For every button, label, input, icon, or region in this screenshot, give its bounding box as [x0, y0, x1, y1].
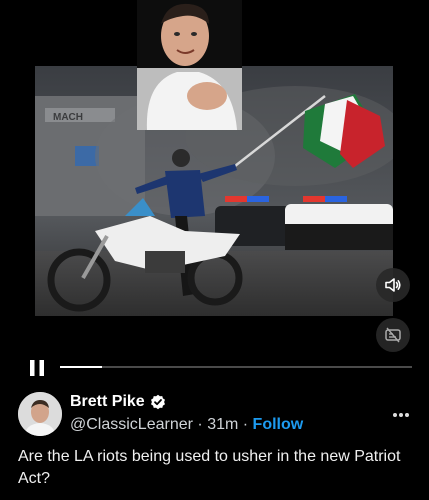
avatar-image	[18, 392, 62, 436]
author-name[interactable]: Brett Pike	[70, 393, 145, 411]
author-meta: @ClassicLearner · 31m · Follow	[70, 416, 303, 434]
speaker-portrait-image	[137, 0, 242, 130]
more-options-button[interactable]	[392, 402, 410, 423]
post-author-row: Brett Pike @ClassicLearner · 31m · Follo…	[18, 392, 418, 438]
meta-separator: ·	[197, 416, 203, 433]
follow-button[interactable]: Follow	[253, 416, 304, 433]
volume-button[interactable]	[376, 268, 410, 302]
pause-button[interactable]	[26, 357, 48, 379]
pause-icon	[30, 360, 44, 376]
avatar[interactable]	[18, 392, 62, 436]
author-handle[interactable]: @ClassicLearner	[70, 416, 193, 433]
more-dots-icon	[393, 413, 409, 417]
post-time[interactable]: 31m	[207, 416, 238, 433]
author-name-row[interactable]: Brett Pike	[70, 393, 166, 411]
video-player[interactable]: MACH	[0, 0, 429, 376]
video-overlay-speaker	[137, 0, 242, 130]
video-progress-fill	[60, 366, 103, 368]
verified-badge-icon	[150, 394, 165, 410]
post-text: Are the LA riots being used to usher in …	[18, 448, 401, 487]
svg-text:MACH: MACH	[53, 112, 83, 123]
captions-off-icon	[385, 327, 401, 343]
speaker-icon	[385, 278, 401, 292]
captions-button[interactable]	[376, 318, 410, 352]
meta-separator-2: ·	[242, 416, 249, 433]
video-progress-bar[interactable]	[60, 366, 412, 368]
